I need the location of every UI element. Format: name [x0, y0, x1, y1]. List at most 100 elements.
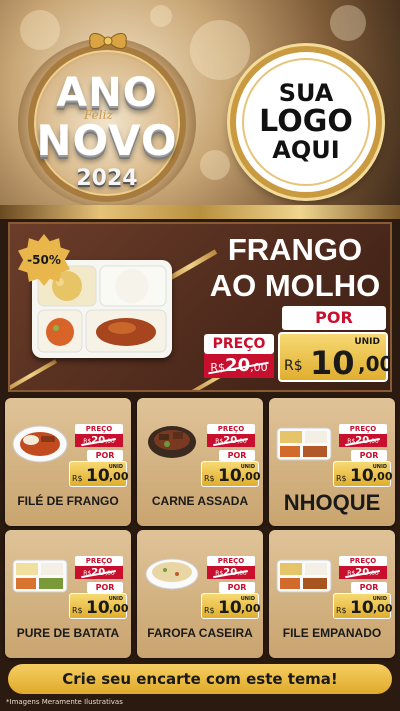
- logo-text-line1: SUA: [278, 79, 334, 108]
- new-price-cents: ,00: [373, 470, 393, 483]
- por-label: POR: [219, 450, 255, 461]
- new-currency: R$: [204, 474, 215, 483]
- old-price-value: 20: [225, 355, 251, 376]
- product-name: NHOQUE: [283, 490, 381, 515]
- por-label: POR: [351, 582, 387, 593]
- old-price-value: 20: [91, 567, 106, 578]
- new-currency: R$: [336, 606, 347, 615]
- product-card: PREÇO R$20,00 POR UNID R$ 10 ,00 CARNE A…: [137, 398, 263, 526]
- new-price: UNID R$ 10 ,00: [201, 461, 261, 487]
- new-price: UNID R$ 10 ,00: [333, 461, 393, 487]
- food-tray-icon: [12, 559, 68, 593]
- old-price-strike: R$20,00: [347, 434, 378, 448]
- product-card: PREÇO R$20,00 POR UNID R$ 10 ,00 PURE DE…: [5, 530, 131, 658]
- new-currency: R$: [284, 358, 303, 374]
- new-price-value: 10: [310, 344, 355, 382]
- new-price-value: 10: [86, 466, 110, 486]
- logo-text-line2: LOGO: [259, 104, 353, 140]
- new-price-value: 10: [350, 598, 374, 618]
- gold-divider: [0, 205, 400, 219]
- cta-button[interactable]: Crie seu encarte com este tema!: [8, 664, 392, 694]
- new-price-cents: ,00: [241, 602, 261, 615]
- product-card: PREÇO R$20,00 POR UNID R$ 10 ,00 FILÉ DE…: [5, 398, 131, 526]
- old-price-value: 20: [223, 435, 238, 446]
- preco-label: PREÇO: [75, 556, 123, 566]
- new-price-value: 10: [350, 466, 374, 486]
- bokeh-light: [190, 20, 250, 80]
- old-price-value: 20: [355, 567, 370, 578]
- food-plate-icon: [12, 425, 68, 463]
- preco-label: PREÇO: [207, 424, 255, 434]
- por-label: POR: [87, 450, 123, 461]
- featured-product: -50% FRANGO AO MOLHO POR PREÇO R$20,00 U…: [8, 222, 392, 392]
- logo-placeholder: SUA LOGO AQUI: [230, 46, 382, 198]
- old-price-value: 20: [223, 567, 238, 578]
- new-currency: R$: [336, 474, 347, 483]
- product-card: PREÇO R$20,00 POR UNID R$ 10 ,00 NHOQUE: [269, 398, 395, 526]
- badge-year: 2024: [76, 166, 138, 191]
- bokeh-light: [200, 150, 230, 180]
- featured-preco-label: PREÇO: [204, 334, 274, 354]
- new-price: UNID R$ 10 ,00: [69, 593, 129, 619]
- new-price-cents: ,00: [358, 352, 392, 376]
- logo-text-line3: AQUI: [272, 135, 340, 164]
- new-price: UNID R$ 10 ,00: [333, 593, 393, 619]
- por-label: POR: [219, 582, 255, 593]
- old-price: R$20,00: [339, 566, 387, 579]
- food-bowl-icon: [148, 426, 196, 458]
- old-price-cents: ,00: [237, 438, 247, 445]
- featured-old-price: R$20,00: [204, 354, 274, 378]
- bokeh-light: [20, 10, 60, 50]
- food-bowl-icon: [145, 558, 199, 590]
- badge-title-novo: NOVO: [36, 116, 178, 165]
- new-price-value: 10: [86, 598, 110, 618]
- new-price-cents: ,00: [109, 602, 129, 615]
- product-card: PREÇO R$20,00 POR UNID R$ 10 ,00 FAROFA …: [137, 530, 263, 658]
- old-price-cents: ,00: [105, 570, 115, 577]
- new-price-cents: ,00: [373, 602, 393, 615]
- old-price-cents: ,00: [369, 438, 379, 445]
- old-price-cents: ,00: [105, 438, 115, 445]
- preco-label: PREÇO: [207, 556, 255, 566]
- new-currency: R$: [204, 606, 215, 615]
- old-price-strike: R$20,00: [215, 566, 246, 580]
- featured-por-label: POR: [282, 306, 386, 330]
- preco-label: PREÇO: [339, 556, 387, 566]
- old-price: R$20,00: [207, 566, 255, 579]
- ano-novo-badge: ANO Feliz NOVO 2024: [18, 33, 196, 208]
- old-price: R$20,00: [339, 434, 387, 447]
- new-currency: R$: [72, 474, 83, 483]
- old-price-cents: ,00: [237, 570, 247, 577]
- food-tray-icon: [276, 427, 332, 461]
- flyer-page: ANO Feliz NOVO 2024 SUA LOGO AQUI -50% F…: [0, 0, 400, 711]
- new-price: UNID R$ 10 ,00: [69, 461, 129, 487]
- food-tray-icon: [276, 559, 332, 593]
- new-price-value: 10: [218, 598, 242, 618]
- product-name: FILE EMPANADO: [282, 626, 382, 640]
- old-price-value: 20: [91, 435, 106, 446]
- product-card: PREÇO R$20,00 POR UNID R$ 10 ,00 FILE EM…: [269, 530, 395, 658]
- featured-product-name: FRANGO AO MOLHO: [202, 232, 388, 303]
- featured-new-price: UNID R$ 10 ,00: [278, 332, 390, 382]
- old-price-strike: R$20,00: [83, 434, 114, 448]
- old-currency: R$: [210, 361, 226, 374]
- old-price: R$20,00: [207, 434, 255, 447]
- gift-bow-icon: [89, 33, 127, 49]
- preco-label: PREÇO: [75, 424, 123, 434]
- preco-label: PREÇO: [339, 424, 387, 434]
- new-currency: R$: [72, 606, 83, 615]
- product-name: CARNE ASSADA: [151, 494, 249, 508]
- unid-label: UNID: [354, 337, 380, 347]
- old-price-strike: R$20,00: [210, 354, 267, 380]
- old-price: R$20,00: [75, 566, 123, 579]
- product-name: FILÉ DE FRANGO: [17, 494, 119, 508]
- bokeh-light: [150, 5, 172, 27]
- old-price-cents: ,00: [250, 361, 268, 374]
- product-name: FAROFA CASEIRA: [147, 626, 253, 640]
- por-label: POR: [87, 582, 123, 593]
- old-price: R$20,00: [75, 434, 123, 447]
- product-name: PURE DE BATATA: [16, 626, 120, 640]
- disclaimer-text: *Imagens Meramente Ilustrativas: [6, 698, 123, 706]
- bokeh-light: [330, 5, 366, 41]
- new-price-cents: ,00: [241, 470, 261, 483]
